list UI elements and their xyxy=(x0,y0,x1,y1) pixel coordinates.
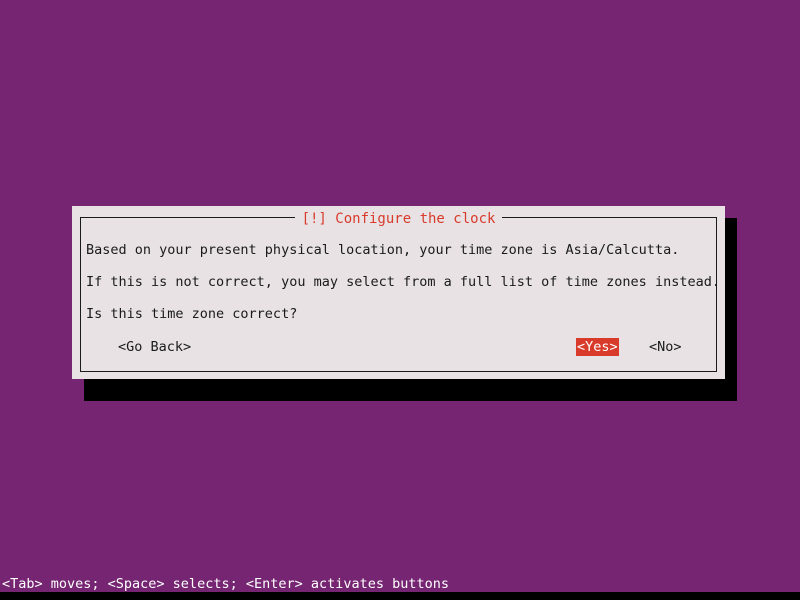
dialog-button-row: <Go Back> <Yes> <No> xyxy=(80,338,717,358)
dialog-message-line-1: Based on your present physical location,… xyxy=(86,242,680,258)
go-back-button[interactable]: <Go Back> xyxy=(118,338,191,356)
dialog-message-line-2: If this is not correct, you may select f… xyxy=(86,274,720,290)
no-button[interactable]: <No> xyxy=(649,338,682,356)
installer-screen: [!] Configure the clock Based on your pr… xyxy=(0,0,800,600)
bottom-black-strip xyxy=(0,592,800,600)
help-bar: <Tab> moves; <Space> selects; <Enter> ac… xyxy=(0,576,800,592)
help-bar-text: <Tab> moves; <Space> selects; <Enter> ac… xyxy=(2,576,450,592)
configure-clock-dialog: [!] Configure the clock Based on your pr… xyxy=(72,206,725,379)
dialog-body: Based on your present physical location,… xyxy=(80,218,720,372)
dialog-message-line-3: Is this time zone correct? xyxy=(86,306,298,322)
yes-button[interactable]: <Yes> xyxy=(576,338,619,356)
